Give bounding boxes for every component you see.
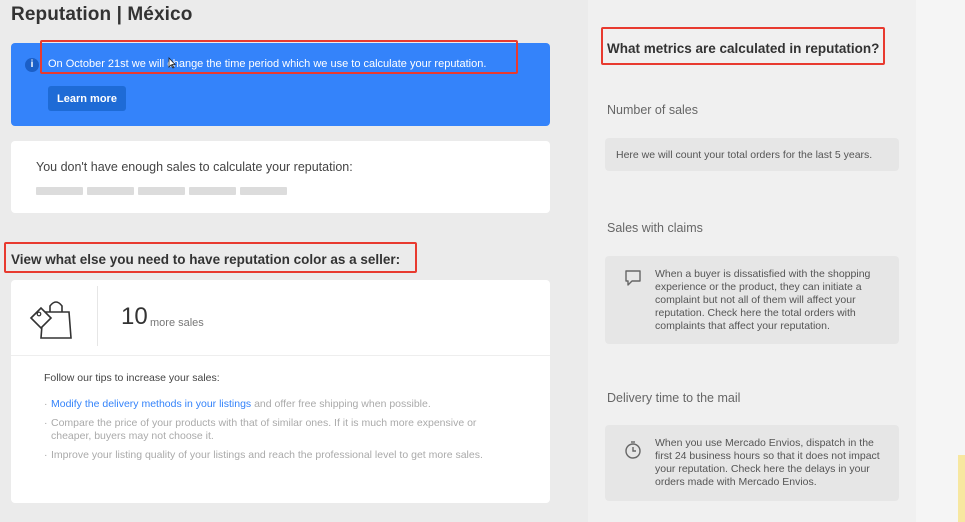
- metric-box-delivery-time: When you use Mercado Envios, dispatch in…: [605, 425, 899, 501]
- sales-needed-unit: more sales: [150, 317, 204, 329]
- requirements-card: 10 more sales Follow our tips to increas…: [11, 280, 550, 503]
- thermometer-segment: [189, 187, 236, 195]
- metric-title-delivery-time: Delivery time to the mail: [607, 391, 741, 405]
- tip-item: Modify the delivery methods in your list…: [44, 398, 514, 411]
- metric-text: Here we will count your total orders for…: [616, 149, 873, 161]
- metric-text: When you use Mercado Envios, dispatch in…: [655, 437, 880, 488]
- divider: [97, 286, 98, 346]
- thermometer-segment: [87, 187, 134, 195]
- info-icon: i: [25, 58, 39, 72]
- page-title: Reputation | México: [11, 4, 193, 25]
- metric-box-number-of-sales: Here we will count your total orders for…: [605, 138, 899, 171]
- thermometer-segment: [240, 187, 287, 195]
- tip-item: Compare the price of your products with …: [44, 417, 514, 443]
- metric-text: When a buyer is dissatisfied with the sh…: [655, 268, 871, 332]
- reputation-status-card: You don't have enough sales to calculate…: [11, 141, 550, 213]
- thermometer-segment: [36, 187, 83, 195]
- metric-box-sales-with-claims: When a buyer is dissatisfied with the sh…: [605, 256, 899, 344]
- sales-needed-count: 10: [121, 303, 148, 330]
- tips-list: Modify the delivery methods in your list…: [44, 398, 514, 468]
- reputation-thermometer: [36, 187, 287, 195]
- chat-bubble-icon: [625, 270, 641, 286]
- metric-title-sales-with-claims: Sales with claims: [607, 221, 703, 235]
- shopping-bag-tag-icon: [29, 301, 72, 339]
- thermometer-segment: [138, 187, 185, 195]
- clock-icon: [625, 441, 641, 459]
- learn-more-button[interactable]: Learn more: [48, 86, 126, 111]
- tips-title: Follow our tips to increase your sales:: [44, 372, 220, 384]
- metric-title-number-of-sales: Number of sales: [607, 103, 699, 117]
- delivery-methods-link[interactable]: Modify the delivery methods in your list…: [51, 398, 251, 410]
- highlight-box-requirements: [4, 242, 417, 273]
- tip-item: Improve your listing quality of your lis…: [44, 449, 514, 462]
- not-enough-sales-text: You don't have enough sales to calculate…: [36, 160, 353, 174]
- highlight-box-banner: [40, 40, 518, 74]
- right-edge-accent: [958, 455, 965, 522]
- highlight-box-metrics: [601, 27, 885, 65]
- sales-needed-row: 10 more sales: [11, 280, 550, 356]
- right-edge-strip: [916, 0, 965, 522]
